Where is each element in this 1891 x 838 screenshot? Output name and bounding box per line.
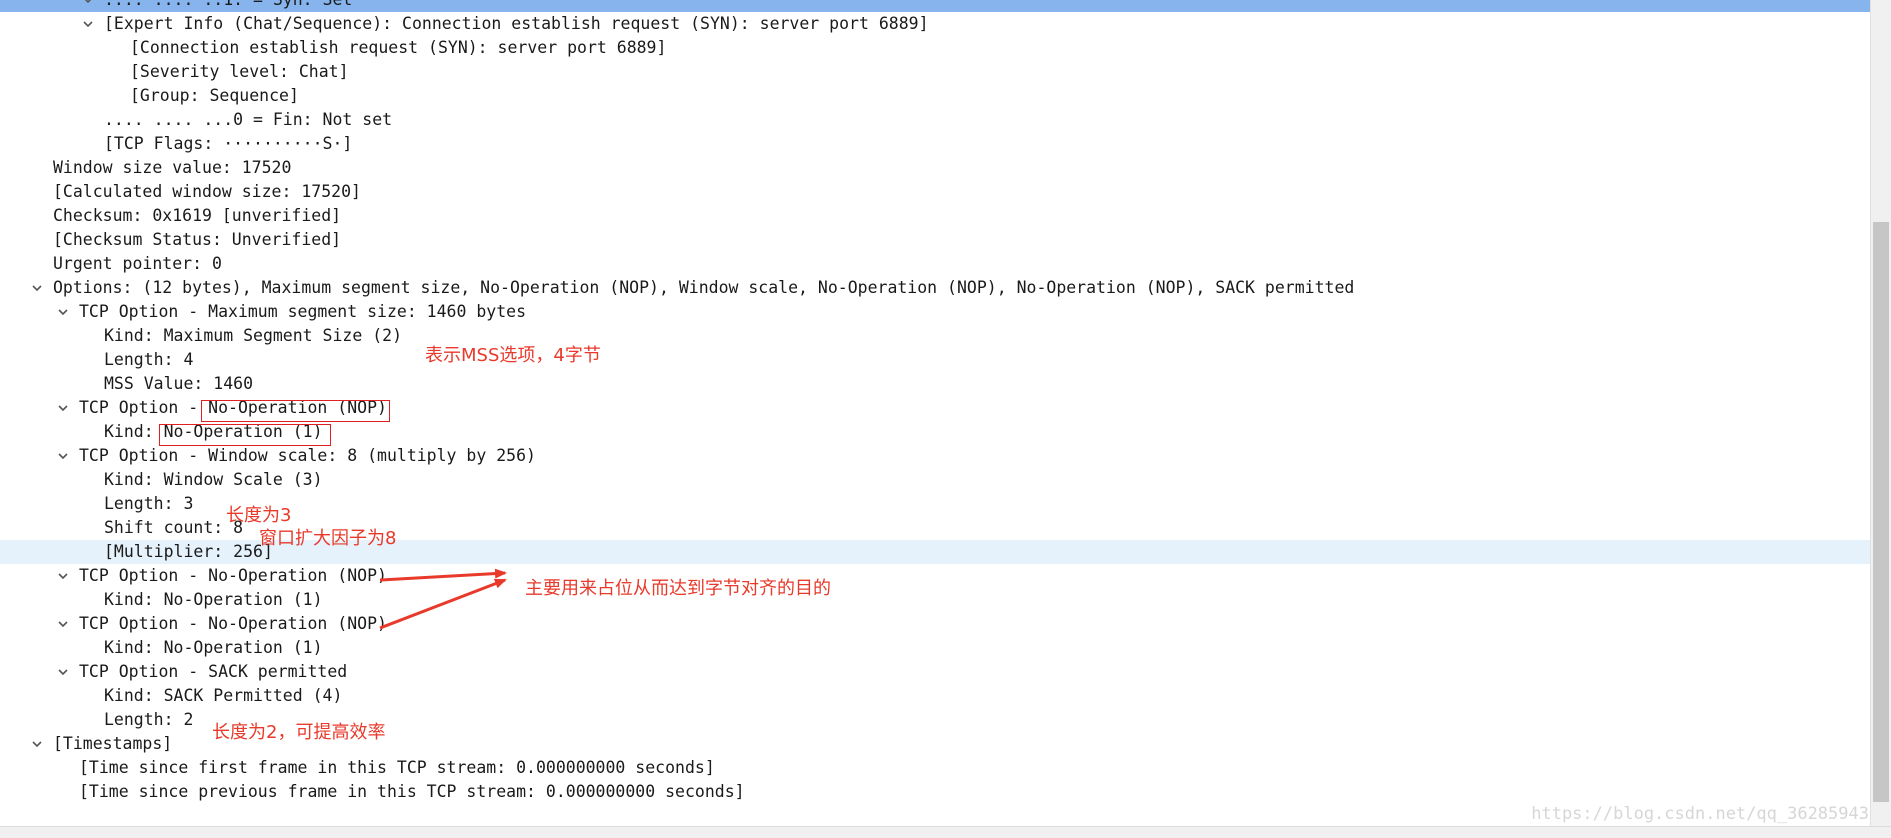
annotation-mss: 表示MSS选项，4字节	[425, 345, 601, 366]
highlight-box-nop-option	[201, 400, 390, 422]
annotation-nop: 主要用来占位从而达到字节对齐的目的	[525, 578, 831, 599]
arrow-nop-1	[379, 568, 507, 582]
highlight-box-nop-kind	[159, 424, 331, 446]
scroll-thumb[interactable]	[1873, 222, 1889, 802]
annotation-sack-length: 长度为2，可提高效率	[212, 722, 386, 743]
watermark: https://blog.csdn.net/qq_36285943	[1531, 804, 1869, 824]
annotation-ws-shift: 窗口扩大因子为8	[259, 528, 397, 549]
vertical-scrollbar[interactable]	[1870, 0, 1891, 826]
horizontal-scrollbar[interactable]	[0, 826, 1891, 838]
arrow-nop-2	[379, 578, 507, 630]
